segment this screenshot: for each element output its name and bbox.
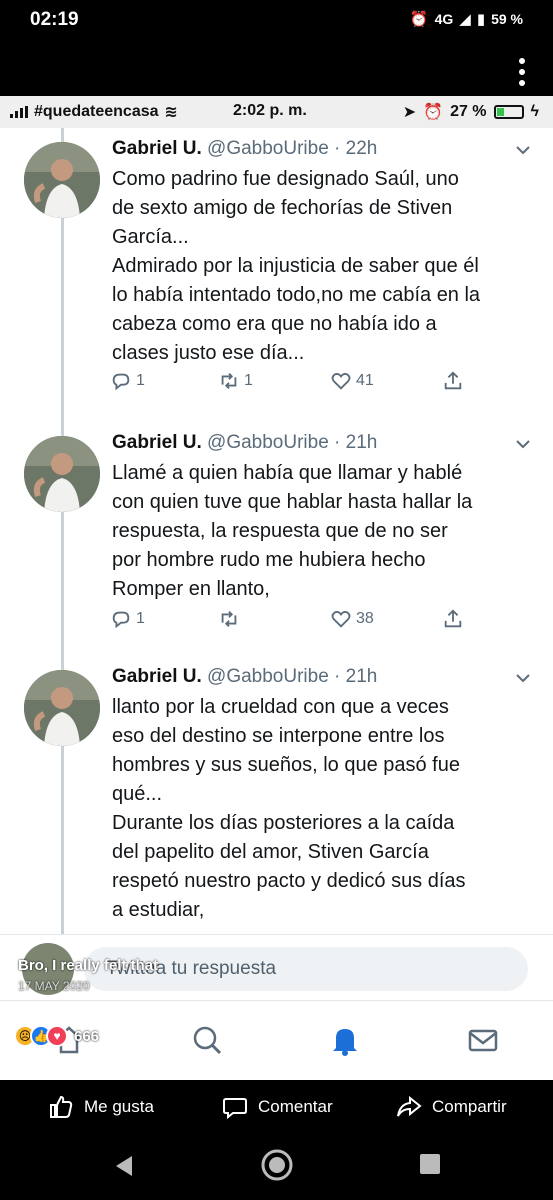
reaction-count: 666 — [74, 1027, 100, 1045]
comment-button[interactable]: Comentar — [222, 1094, 333, 1120]
chevron-down-icon[interactable] — [515, 436, 531, 452]
chevron-down-icon[interactable] — [515, 142, 531, 158]
retweet-button[interactable] — [218, 608, 244, 630]
tweet-text: Como padrino fue designado Saúl, uno de … — [112, 168, 481, 364]
signal-bars-icon — [10, 106, 28, 118]
comment-icon — [223, 1098, 247, 1120]
handle-and-time: @GabboUribe · 21h — [207, 666, 378, 687]
tweet-text: llanto por la crueldad con que a veces e… — [112, 696, 466, 921]
retweet-icon — [221, 611, 237, 627]
tweet-actions: 1 38 — [110, 608, 490, 634]
love-reaction-icon: ♥ — [46, 1025, 68, 1047]
location-icon: ➤ — [402, 104, 417, 121]
back-icon[interactable] — [112, 1152, 136, 1180]
inner-clock: 2:02 p. m. — [233, 102, 307, 119]
like-button[interactable]: 38 — [330, 608, 374, 630]
outer-clock: 02:19 — [30, 9, 79, 30]
alarm-icon: ⏰ — [423, 104, 444, 121]
outer-status-icons: ⏰ 4G ◢ ▮ 59 % — [410, 10, 523, 28]
like-button[interactable]: Me gusta — [48, 1094, 154, 1120]
reactions-summary[interactable]: ☹ 👍 ♥ 666 — [14, 1025, 99, 1047]
like-icon — [331, 611, 351, 628]
avatar[interactable] — [24, 670, 100, 746]
signal-icon: ◢ — [459, 11, 471, 28]
avatar[interactable] — [24, 142, 100, 218]
outer-battery-label: 59 % — [491, 11, 523, 27]
system-navigation — [0, 1132, 553, 1200]
thread-connector — [61, 128, 64, 1028]
inner-status-bar: #quedateencasa ≋ 2:02 p. m. ➤ ⏰ 27 % ϟ — [0, 96, 553, 128]
like-count: 38 — [356, 610, 374, 627]
outer-status-bar: 02:19 ⏰ 4G ◢ ▮ 59 % — [0, 0, 553, 40]
share-icon — [444, 371, 462, 390]
retweet-count: 1 — [244, 372, 253, 389]
reply-icon — [112, 611, 130, 629]
display-name[interactable]: Gabriel U. — [112, 432, 202, 453]
thumbs-up-icon — [50, 1095, 73, 1118]
charging-icon: ϟ — [530, 103, 539, 120]
like-count: 41 — [356, 372, 374, 389]
tweet-actions: 1 1 41 — [110, 370, 490, 396]
carrier-label: #quedateencasa — [34, 103, 159, 120]
share-button[interactable]: Compartir — [396, 1094, 507, 1120]
retweet-icon — [221, 373, 237, 389]
like-icon — [331, 373, 351, 390]
mail-icon[interactable] — [466, 1023, 500, 1057]
handle-and-time: @GabboUribe · 22h — [207, 138, 378, 159]
avatar[interactable] — [24, 436, 100, 512]
reply-icon — [112, 373, 130, 391]
reply-button[interactable]: 1 — [110, 608, 145, 630]
share-icon — [444, 609, 462, 628]
wifi-icon: ≋ — [164, 104, 178, 121]
reply-count: 1 — [136, 372, 145, 389]
twitter-screenshot: #quedateencasa ≋ 2:02 p. m. ➤ ⏰ 27 % ϟ G… — [0, 96, 553, 1080]
facebook-action-bar: Me gusta Comentar Compartir — [0, 1080, 553, 1132]
reply-button[interactable]: 1 — [110, 370, 145, 392]
share-button[interactable] — [442, 608, 464, 630]
reply-count: 1 — [136, 610, 145, 627]
alarm-icon: ⏰ — [409, 11, 429, 28]
network-label: 4G — [434, 11, 454, 27]
like-button[interactable]: 41 — [330, 370, 374, 392]
search-icon[interactable] — [190, 1023, 224, 1057]
display-name[interactable]: Gabriel U. — [112, 138, 202, 159]
comment-label: Comentar — [258, 1097, 333, 1116]
post-date: 17 MAY 2020 — [18, 979, 90, 993]
share-arrow-icon — [397, 1095, 422, 1117]
display-name[interactable]: Gabriel U. — [112, 666, 202, 687]
handle-and-time: @GabboUribe · 21h — [207, 432, 378, 453]
tweet-text: Llamé a quien había que llamar y hablé c… — [112, 462, 473, 600]
bell-icon[interactable] — [328, 1023, 362, 1057]
share-label: Compartir — [432, 1097, 507, 1116]
more-options-icon[interactable] — [519, 58, 527, 86]
retweet-button[interactable]: 1 — [218, 370, 253, 392]
like-label: Me gusta — [84, 1097, 154, 1116]
battery-icon — [493, 105, 524, 119]
share-button[interactable] — [442, 370, 464, 392]
home-button-icon[interactable] — [260, 1148, 294, 1182]
chevron-down-icon[interactable] — [515, 670, 531, 686]
post-caption: Bro, I really felt that — [18, 957, 159, 974]
battery-icon: ▮ — [476, 11, 486, 28]
inner-battery-label: 27 % — [450, 103, 487, 120]
recent-apps-icon[interactable] — [418, 1152, 442, 1176]
